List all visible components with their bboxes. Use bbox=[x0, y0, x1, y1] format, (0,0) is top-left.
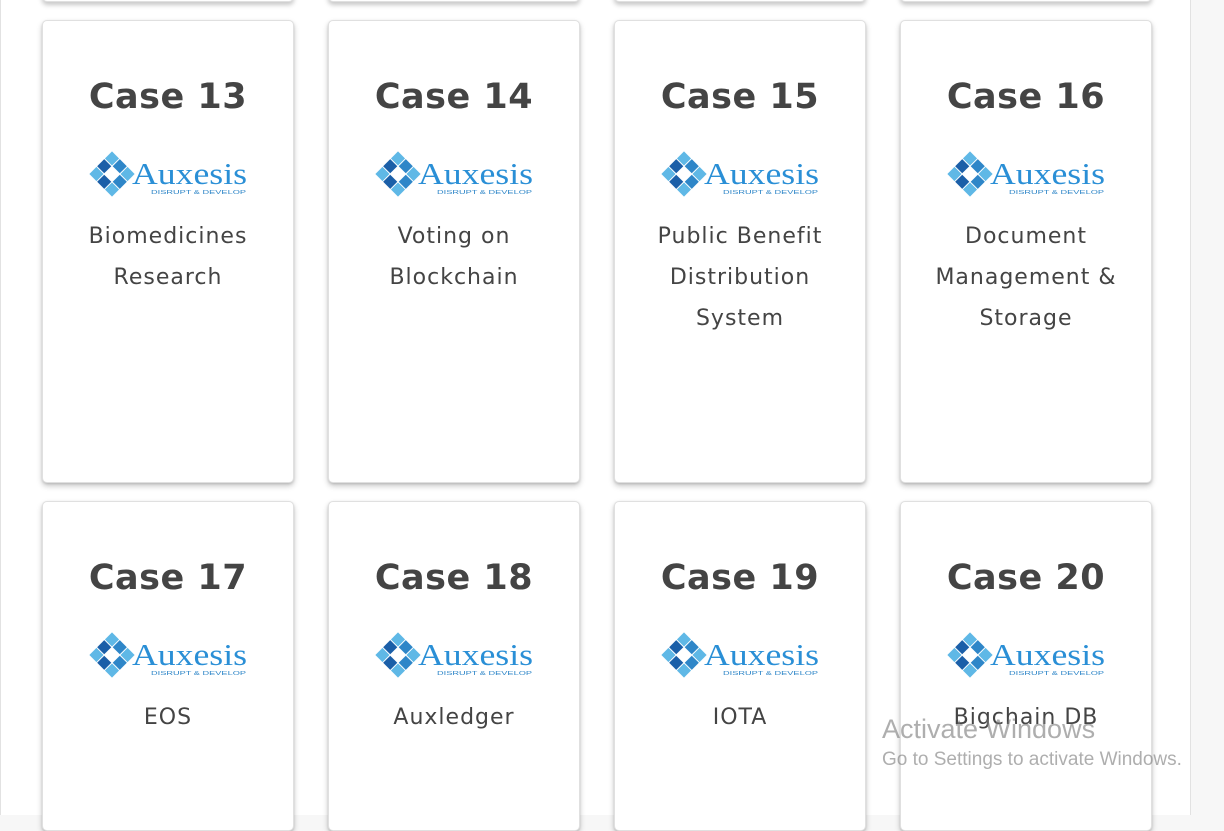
logo-tagline: DISRUPT & DEVELOP bbox=[1009, 671, 1105, 677]
auxesis-logo: Auxesis DISRUPT & DEVELOP bbox=[375, 151, 535, 197]
auxesis-logo-graphic: AuxesisDISRUPT & DEVELOP bbox=[661, 151, 819, 197]
case-title: Case 20 bbox=[946, 558, 1106, 598]
case-card[interactable]: Case 16 Auxesis DISRUPT & DEVELOP Documen… bbox=[900, 20, 1152, 483]
logo-tagline: DISRUPT & DEVELOP bbox=[723, 671, 819, 677]
case-description: Document Management & Storage bbox=[935, 224, 1117, 331]
case-description: Voting on Blockchain bbox=[389, 224, 519, 290]
logo-tagline: DISRUPT & DEVELOP bbox=[151, 190, 247, 196]
previous-card-bottom[interactable] bbox=[614, 0, 866, 2]
logo-wordmark: Auxesis bbox=[990, 637, 1105, 672]
case-description: IOTA bbox=[712, 705, 768, 730]
logo-wordmark: Auxesis bbox=[418, 156, 533, 191]
logo-wordmark: Auxesis bbox=[704, 156, 819, 191]
logo-tagline: DISRUPT & DEVELOP bbox=[723, 190, 819, 196]
auxesis-logo-graphic: AuxesisDISRUPT & DEVELOP bbox=[947, 632, 1105, 678]
case-card[interactable]: Case 13 Auxesis DISRUPT & DEVELOP Biomedi… bbox=[42, 20, 294, 483]
case-card[interactable]: Case 20 Auxesis DISRUPT & DEVELOP Bigchai… bbox=[900, 501, 1152, 831]
auxesis-logo: Auxesis DISRUPT & DEVELOP bbox=[947, 632, 1107, 678]
case-card[interactable]: Case 14 Auxesis DISRUPT & DEVELOP Voting … bbox=[328, 20, 580, 483]
logo-tagline: DISRUPT & DEVELOP bbox=[1009, 190, 1105, 196]
auxesis-logo-graphic: AuxesisDISRUPT & DEVELOP bbox=[375, 632, 533, 678]
page-container: Case 13 Auxesis DISRUPT & DEVELOP Biomedi… bbox=[0, 0, 1191, 831]
case-title: Case 19 bbox=[660, 558, 820, 598]
auxesis-logo: Auxesis DISRUPT & DEVELOP bbox=[947, 151, 1107, 197]
logo-wordmark: Auxesis bbox=[990, 156, 1105, 191]
auxesis-logo: Auxesis DISRUPT & DEVELOP bbox=[89, 632, 249, 678]
case-title: Case 13 bbox=[88, 77, 248, 117]
auxesis-logo-graphic: AuxesisDISRUPT & DEVELOP bbox=[947, 151, 1105, 197]
logo-wordmark: Auxesis bbox=[704, 637, 819, 672]
logo-wordmark: Auxesis bbox=[132, 156, 247, 191]
case-title: Case 16 bbox=[946, 77, 1106, 117]
case-description: Auxledger bbox=[393, 705, 515, 730]
previous-card-bottom[interactable] bbox=[900, 0, 1152, 2]
case-card[interactable]: Case 15 Auxesis DISRUPT & DEVELOP Public … bbox=[614, 20, 866, 483]
logo-tagline: DISRUPT & DEVELOP bbox=[437, 190, 533, 196]
logo-tagline: DISRUPT & DEVELOP bbox=[151, 671, 247, 677]
auxesis-logo-graphic: AuxesisDISRUPT & DEVELOP bbox=[89, 151, 247, 197]
logo-wordmark: Auxesis bbox=[418, 637, 533, 672]
case-card[interactable]: Case 18 Auxesis DISRUPT & DEVELOP Auxledg… bbox=[328, 501, 580, 831]
auxesis-logo-graphic: AuxesisDISRUPT & DEVELOP bbox=[375, 151, 533, 197]
logo-wordmark: Auxesis bbox=[132, 637, 247, 672]
case-description: Bigchain DB bbox=[953, 705, 1099, 730]
auxesis-logo: Auxesis DISRUPT & DEVELOP bbox=[89, 151, 249, 197]
case-card[interactable]: Case 17 Auxesis DISRUPT & DEVELOP EOS bbox=[42, 501, 294, 831]
auxesis-logo: Auxesis DISRUPT & DEVELOP bbox=[661, 632, 821, 678]
case-description: Public Benefit Distribution System bbox=[657, 224, 823, 331]
case-title: Case 17 bbox=[88, 558, 248, 598]
logo-tagline: DISRUPT & DEVELOP bbox=[437, 671, 533, 677]
case-card[interactable]: Case 19 Auxesis DISRUPT & DEVELOP IOTA bbox=[614, 501, 866, 831]
auxesis-logo-graphic: AuxesisDISRUPT & DEVELOP bbox=[661, 632, 819, 678]
auxesis-logo-graphic: AuxesisDISRUPT & DEVELOP bbox=[89, 632, 247, 678]
auxesis-logo: Auxesis DISRUPT & DEVELOP bbox=[661, 151, 821, 197]
auxesis-logo: Auxesis DISRUPT & DEVELOP bbox=[375, 632, 535, 678]
case-title: Case 14 bbox=[374, 77, 534, 117]
case-title: Case 15 bbox=[660, 77, 820, 117]
previous-card-bottom[interactable] bbox=[328, 0, 580, 2]
case-description: EOS bbox=[143, 705, 193, 730]
previous-card-bottom[interactable] bbox=[42, 0, 294, 2]
case-title: Case 18 bbox=[374, 558, 534, 598]
case-description: Biomedicines Research bbox=[88, 224, 248, 290]
